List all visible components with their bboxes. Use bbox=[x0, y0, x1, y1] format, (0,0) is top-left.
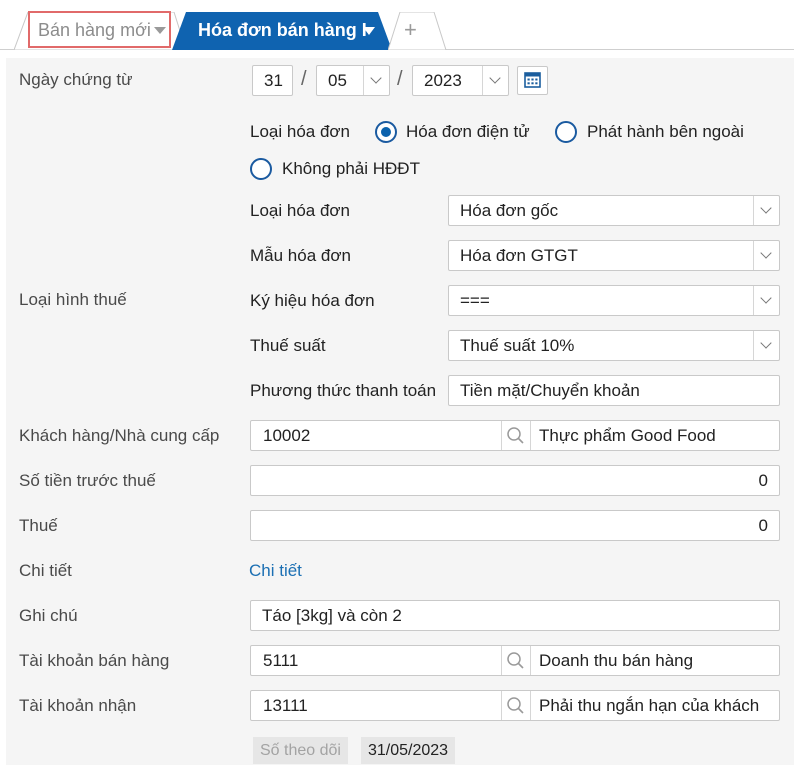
invoice-symbol-select[interactable]: === bbox=[448, 285, 780, 316]
tax-rate-label: Thuế suất bbox=[250, 336, 326, 355]
tab-bar: Bán hàng mới Hóa đơn bán hàng I + bbox=[0, 0, 800, 51]
year-value: 2023 bbox=[424, 71, 462, 90]
invoice-template-select[interactable]: Hóa đơn GTGT bbox=[448, 240, 780, 271]
sales-account-name: Doanh thu bán hàng bbox=[539, 651, 694, 670]
search-icon bbox=[507, 652, 524, 669]
radio-external-issue[interactable] bbox=[555, 121, 577, 143]
receive-account-label: Tài khoản nhận bbox=[19, 696, 137, 715]
plus-icon: + bbox=[404, 17, 417, 42]
radio-electronic-invoice-label[interactable]: Hóa đơn điện tử bbox=[406, 122, 530, 142]
note-label: Ghi chú bbox=[19, 606, 78, 625]
chevron-down-icon[interactable] bbox=[363, 27, 375, 35]
chevron-down-icon[interactable] bbox=[753, 331, 779, 360]
radio-not-einvoice[interactable] bbox=[250, 158, 272, 180]
tax-rate-select[interactable]: Thuế suất 10% bbox=[448, 330, 780, 361]
day-input[interactable]: 31 bbox=[252, 65, 293, 96]
calendar-icon bbox=[524, 72, 541, 88]
tax-amount-input[interactable]: 0 bbox=[250, 510, 780, 541]
detail-link[interactable]: Chi tiết bbox=[249, 561, 302, 581]
search-icon bbox=[507, 697, 524, 714]
receive-account-code[interactable]: 13111 bbox=[263, 691, 308, 720]
chevron-down-icon[interactable] bbox=[753, 241, 779, 270]
customer-lookup[interactable]: 10002 Thực phẩm Good Food bbox=[250, 420, 780, 451]
sales-account-label: Tài khoản bán hàng bbox=[19, 651, 170, 670]
invoice-symbol-label: Ký hiệu hóa đơn bbox=[250, 291, 375, 310]
month-select[interactable]: 05 bbox=[316, 65, 390, 96]
add-tab-button[interactable] bbox=[387, 11, 448, 51]
date-separator: / bbox=[301, 68, 307, 90]
sales-account-search-button[interactable] bbox=[501, 646, 531, 675]
chevron-down-icon[interactable] bbox=[753, 196, 779, 225]
customer-search-button[interactable] bbox=[501, 421, 531, 450]
customer-name: Thực phẩm Good Food bbox=[539, 426, 716, 445]
sales-account-code[interactable]: 5111 bbox=[263, 646, 298, 675]
search-icon bbox=[507, 427, 524, 444]
tax-label: Thuế bbox=[19, 516, 58, 535]
sales-account-lookup[interactable]: 5111 Doanh thu bán hàng bbox=[250, 645, 780, 676]
pre-tax-amount-input[interactable]: 0 bbox=[250, 465, 780, 496]
tracking-number-label: Số theo dõi bbox=[253, 737, 348, 764]
invoice-template-label: Mẫu hóa đơn bbox=[250, 246, 351, 265]
radio-external-issue-label[interactable]: Phát hành bên ngoài bbox=[587, 122, 744, 142]
invoice-type-select[interactable]: Hóa đơn gốc bbox=[448, 195, 780, 226]
calendar-button[interactable] bbox=[517, 66, 548, 95]
tracking-number-value: 31/05/2023 bbox=[361, 737, 456, 764]
invoice-type-label: Loại hóa đơn bbox=[250, 201, 351, 220]
radio-not-einvoice-label[interactable]: Không phải HĐĐT bbox=[282, 159, 420, 179]
invoice-symbol-value: === bbox=[460, 291, 490, 310]
tab-sales-invoice-label: Hóa đơn bán hàng I bbox=[198, 20, 367, 40]
customer-code[interactable]: 10002 bbox=[263, 421, 310, 450]
chevron-down-icon[interactable] bbox=[154, 27, 166, 34]
chevron-down-icon[interactable] bbox=[363, 66, 389, 95]
radio-electronic-invoice[interactable] bbox=[375, 121, 397, 143]
payment-method-label: Phương thức thanh toán bbox=[250, 381, 437, 400]
month-value: 05 bbox=[328, 71, 347, 90]
payment-method-input[interactable]: Tiền mặt/Chuyển khoản bbox=[448, 375, 780, 406]
year-select[interactable]: 2023 bbox=[412, 65, 509, 96]
customer-label: Khách hàng/Nhà cung cấp bbox=[19, 426, 220, 445]
invoice-type-value: Hóa đơn gốc bbox=[460, 201, 559, 220]
tab-new-sale-label: Bán hàng mới bbox=[38, 20, 151, 40]
receive-account-lookup[interactable]: 13111 Phải thu ngắn hạn của khách bbox=[250, 690, 780, 721]
pre-tax-label: Số tiền trước thuế bbox=[19, 471, 156, 490]
invoice-template-value: Hóa đơn GTGT bbox=[460, 246, 578, 265]
tax-type-label: Loại hình thuế bbox=[19, 290, 127, 309]
date-label: Ngày chứng từ bbox=[19, 70, 133, 89]
note-input[interactable]: Táo [3kg] và còn 2 bbox=[250, 600, 780, 631]
receive-account-name: Phải thu ngắn hạn của khách bbox=[539, 696, 760, 715]
chevron-down-icon[interactable] bbox=[753, 286, 779, 315]
tax-rate-value: Thuế suất 10% bbox=[460, 336, 575, 355]
detail-label: Chi tiết bbox=[19, 561, 72, 580]
invoice-kind-label: Loại hóa đơn bbox=[250, 122, 351, 141]
chevron-down-icon[interactable] bbox=[482, 66, 508, 95]
date-separator: / bbox=[397, 68, 403, 90]
receive-account-search-button[interactable] bbox=[501, 691, 531, 720]
